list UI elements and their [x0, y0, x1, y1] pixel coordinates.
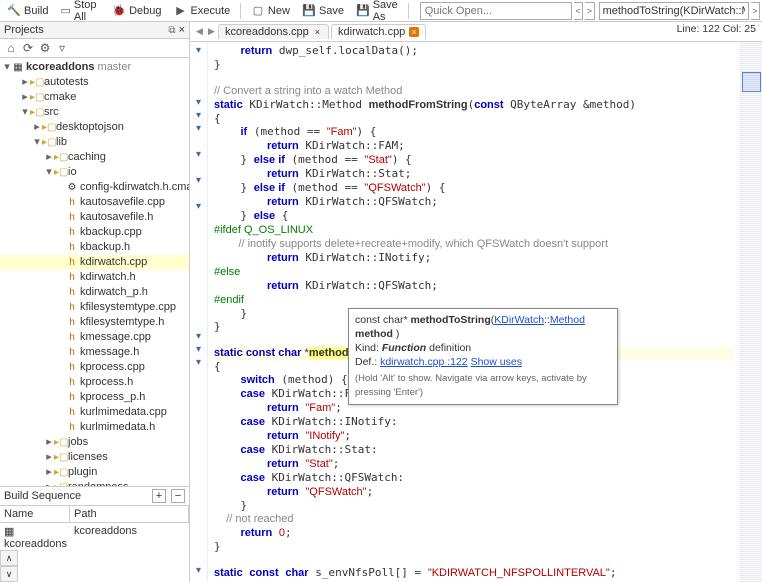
tree-node[interactable]: hkurlmimedata.cpp: [0, 405, 189, 420]
tree-node[interactable]: ▾▸▢lib: [0, 135, 189, 150]
build-sequence-title: Build Sequence: [4, 490, 81, 502]
tree-node[interactable]: hkprocess_p.h: [0, 390, 189, 405]
execute-button[interactable]: ▶Execute: [169, 3, 236, 19]
code-fold-gutter[interactable]: ▾ ▾▾▾ ▾▾ ▾ ▾▾ ▾ ▾: [190, 42, 208, 582]
build-button[interactable]: 🔨Build: [2, 3, 53, 19]
tree-node[interactable]: ▸▸▢desktoptojson: [0, 120, 189, 135]
minimap[interactable]: [740, 42, 762, 582]
gear-icon[interactable]: ⚙: [38, 41, 52, 55]
tree-node[interactable]: ▸▸▢licenses: [0, 450, 189, 465]
panel-title-text: Projects: [4, 24, 44, 36]
tree-node[interactable]: hkurlmimedata.h: [0, 420, 189, 435]
outline-selector[interactable]: [599, 2, 749, 20]
tooltip-hint: (Hold 'Alt' to show. Navigate via arrow …: [355, 372, 611, 400]
save-icon: 💾: [302, 4, 316, 18]
buildseq-order-buttons: ∧ ∨: [0, 550, 18, 582]
tree-node[interactable]: ▸▸▢cmake: [0, 90, 189, 105]
home-icon[interactable]: ⌂: [4, 41, 18, 55]
tooltip-showuses-link[interactable]: Show uses: [471, 356, 522, 368]
tree-node[interactable]: ▸▸▢caching: [0, 150, 189, 165]
tree-node[interactable]: hkbackup.cpp: [0, 225, 189, 240]
tree-node[interactable]: hkmessage.cpp: [0, 330, 189, 345]
tooltip-type-link[interactable]: KDirWatch: [494, 314, 544, 326]
panel-detach-icon[interactable]: ⧉: [168, 25, 175, 36]
minimap-viewport[interactable]: [742, 72, 761, 92]
tree-node[interactable]: ⚙config-kdirwatch.h.cmake: [0, 180, 189, 195]
new-icon: ▢: [251, 4, 265, 18]
editor-tabs: ◀ ▶ kcoreaddons.cpp× kdirwatch.cpp× Line…: [190, 22, 762, 42]
refresh-icon[interactable]: ⟳: [21, 41, 35, 55]
tree-node[interactable]: hkdirwatch_p.h: [0, 285, 189, 300]
new-button[interactable]: ▢New: [246, 3, 295, 19]
buildseq-row[interactable]: ▦ kcoreaddons kcoreaddons: [0, 523, 189, 552]
tab-close-icon[interactable]: ×: [313, 27, 322, 37]
tab-close-modified-icon[interactable]: ×: [409, 27, 418, 37]
tree-node[interactable]: hkdirwatch.cpp: [0, 255, 189, 270]
tooltip-def-link[interactable]: kdirwatch.cpp :122: [380, 356, 468, 368]
code-tooltip: const char* methodToString(KDirWatch::Me…: [348, 308, 618, 405]
tab-prev-icon[interactable]: ◀: [194, 26, 206, 37]
tree-root[interactable]: ▾▦kcoreaddons master: [0, 60, 189, 75]
save-button[interactable]: 💾Save: [297, 3, 349, 19]
outline-next[interactable]: >: [751, 2, 760, 20]
tree-node[interactable]: hkprocess.cpp: [0, 360, 189, 375]
filter-icon[interactable]: ▿: [55, 41, 69, 55]
play-icon: ▶: [174, 4, 188, 18]
move-down-button[interactable]: ∨: [0, 566, 18, 582]
panel-toolbar: ⌂ ⟳ ⚙ ▿: [0, 39, 189, 58]
hammer-icon: 🔨: [7, 4, 21, 18]
tab-kdirwatch[interactable]: kdirwatch.cpp×: [331, 24, 426, 39]
cursor-position: Line: 122 Col: 25: [677, 23, 756, 35]
panel-close-icon[interactable]: ×: [179, 24, 185, 36]
tree-node[interactable]: hkmessage.h: [0, 345, 189, 360]
save-as-icon: 💾: [356, 4, 370, 18]
main-toolbar: 🔨Build ▭Stop All 🐞Debug ▶Execute ▢New 💾S…: [0, 0, 762, 22]
separator: [408, 3, 409, 19]
project-tree[interactable]: ▾▦kcoreaddons master▸▸▢autotests▸▸▢cmake…: [0, 58, 189, 486]
buildseq-add-button[interactable]: +: [152, 489, 166, 503]
tree-node[interactable]: hkprocess.h: [0, 375, 189, 390]
move-up-button[interactable]: ∧: [0, 550, 18, 566]
quick-open-next[interactable]: >: [585, 2, 594, 20]
tree-node[interactable]: hkdirwatch.h: [0, 270, 189, 285]
tree-node[interactable]: ▾▸▢src: [0, 105, 189, 120]
tooltip-type-link-2[interactable]: Method: [550, 314, 585, 326]
stop-icon: ▭: [60, 4, 70, 18]
save-as-button[interactable]: 💾Save As: [351, 0, 403, 24]
tab-next-icon[interactable]: ▶: [206, 26, 218, 37]
tree-node[interactable]: hkautosavefile.h: [0, 210, 189, 225]
tree-node[interactable]: hkfilesystemtype.h: [0, 315, 189, 330]
tab-kcoreaddons[interactable]: kcoreaddons.cpp×: [218, 24, 329, 39]
build-sequence-panel: Build Sequence + − Name Path ▦ kcoreaddo…: [0, 486, 189, 582]
col-path[interactable]: Path: [70, 506, 189, 522]
separator: [240, 3, 241, 19]
tree-node[interactable]: hkautosavefile.cpp: [0, 195, 189, 210]
projects-panel: Projects ⧉ × ⌂ ⟳ ⚙ ▿ ▾▦kcoreaddons maste…: [0, 22, 190, 582]
tree-node[interactable]: hkfilesystemtype.cpp: [0, 300, 189, 315]
tree-node[interactable]: ▸▸▢jobs: [0, 435, 189, 450]
col-name[interactable]: Name: [0, 506, 70, 522]
buildseq-remove-button[interactable]: −: [171, 489, 185, 503]
quick-open-input[interactable]: [420, 2, 572, 20]
debug-button[interactable]: 🐞Debug: [107, 3, 166, 19]
tree-node[interactable]: ▸▸▢autotests: [0, 75, 189, 90]
stop-all-button[interactable]: ▭Stop All: [55, 0, 105, 24]
tree-node[interactable]: ▸▸▢plugin: [0, 465, 189, 480]
tree-node[interactable]: ▾▸▢io: [0, 165, 189, 180]
quick-open-prev[interactable]: <: [574, 2, 583, 20]
tree-node[interactable]: hkbackup.h: [0, 240, 189, 255]
bug-icon: 🐞: [112, 4, 126, 18]
